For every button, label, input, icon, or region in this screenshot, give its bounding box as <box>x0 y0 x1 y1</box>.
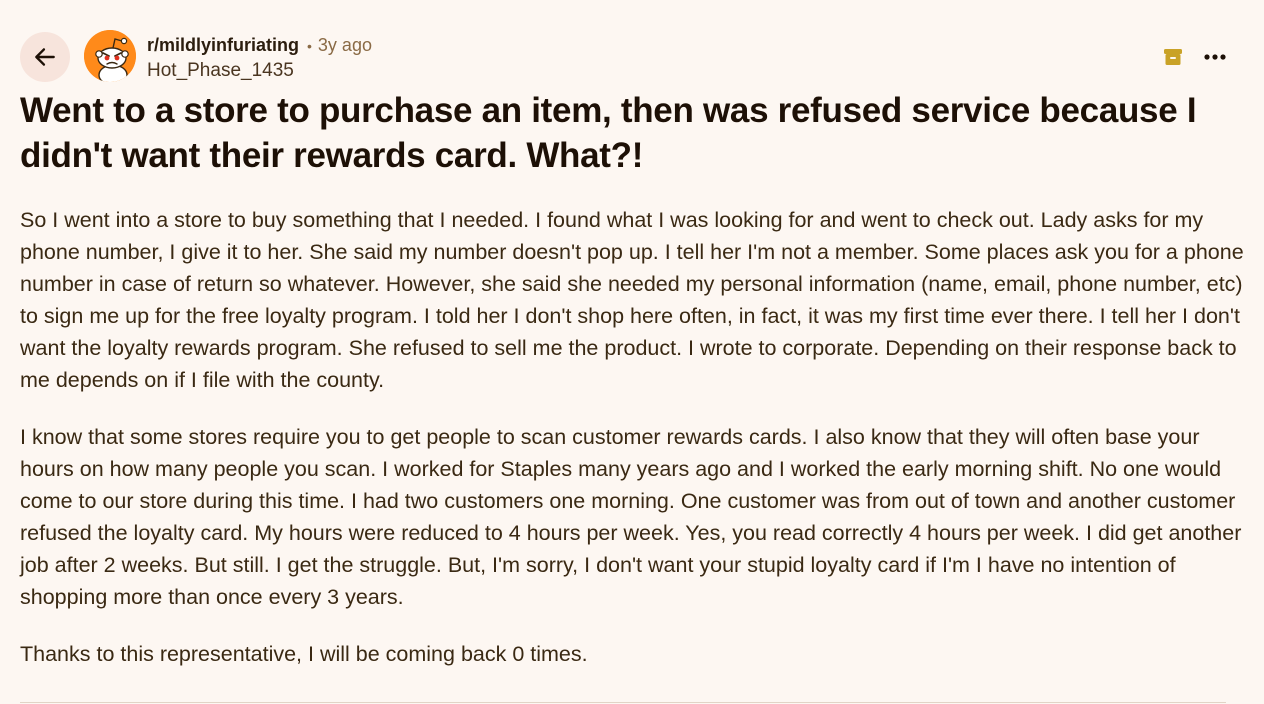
subreddit-link[interactable]: r/mildlyinfuriating <box>147 33 299 57</box>
reddit-snoo-avatar-icon <box>84 30 136 82</box>
meta-separator: • <box>307 38 312 54</box>
post-header: r/mildlyinfuriating • 3y ago Hot_Phase_1… <box>20 30 1244 84</box>
ellipsis-icon <box>1204 54 1226 60</box>
post-age: 3y ago <box>317 35 372 55</box>
post-body: So I went into a store to buy something … <box>20 204 1246 695</box>
arrow-left-icon <box>35 48 55 66</box>
meta-row: r/mildlyinfuriating • 3y ago <box>147 33 372 58</box>
post-meta: r/mildlyinfuriating • 3y ago Hot_Phase_1… <box>147 33 372 84</box>
archive-icon <box>1164 49 1182 65</box>
post-paragraph: I know that some stores require you to g… <box>20 425 1242 609</box>
divider <box>20 702 1226 703</box>
post-paragraph: Thanks to this representative, I will be… <box>20 642 588 666</box>
post-title: Went to a store to purchase an item, the… <box>20 91 1197 175</box>
post-paragraph: So I went into a store to buy something … <box>20 208 1244 392</box>
subreddit-avatar[interactable] <box>84 30 136 82</box>
more-options-button[interactable] <box>1200 42 1230 72</box>
back-button[interactable] <box>20 32 70 82</box>
author-link[interactable]: Hot_Phase_1435 <box>147 58 372 84</box>
